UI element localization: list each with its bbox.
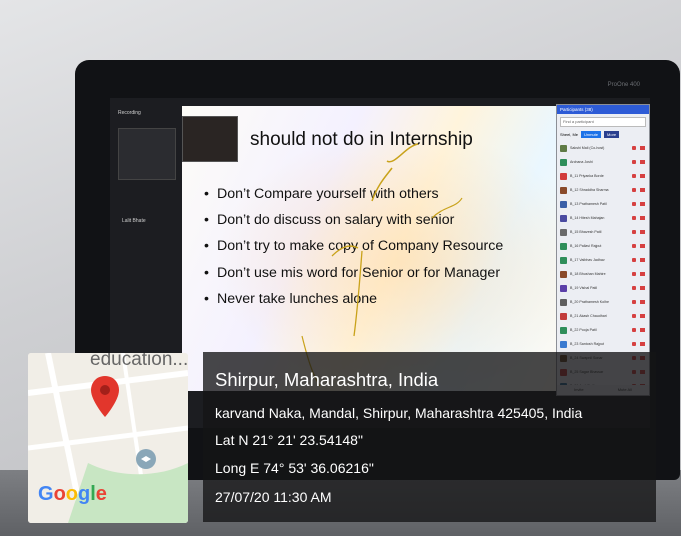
participant-avatar: [560, 284, 567, 292]
participant-avatar: [560, 298, 567, 306]
location-city: Shirpur, Maharashtra, India: [215, 369, 439, 390]
video-off-icon: [640, 272, 645, 276]
participant-row[interactable]: Sakshi Mali (Co-host): [557, 141, 649, 155]
participant-avatar: [560, 312, 567, 320]
mic-muted-icon: [632, 258, 636, 262]
video-off-icon: [640, 216, 645, 220]
host-label: Sheel, Me: [560, 132, 579, 137]
participant-row[interactable]: B_15 Bhavesh Patil: [557, 225, 649, 239]
google-logo: Google: [38, 483, 107, 505]
participant-row[interactable]: B_12 Shraddha Sharma: [557, 183, 649, 197]
participant-name: B_17 Vaibhav Jadhav: [570, 258, 605, 262]
video-off-icon: [640, 188, 645, 192]
participant-search-input[interactable]: Find a participant: [560, 117, 646, 127]
monitor-brand: ProOne 400: [607, 82, 640, 88]
participant-row[interactable]: Archana Joshi: [557, 155, 649, 169]
participant-name: B_21 Akash Chaudhari: [570, 314, 607, 318]
participant-name: B_16 Pallavi Rajput: [570, 244, 602, 248]
participant-name: Sakshi Mali (Co-host): [570, 146, 605, 150]
participant-avatar: [560, 326, 567, 334]
participant-avatar: [560, 270, 567, 278]
map-thumbnail[interactable]: education... Google: [28, 353, 188, 523]
video-off-icon: [640, 202, 645, 206]
video-off-icon: [640, 342, 645, 346]
mic-muted-icon: [632, 286, 636, 290]
mic-muted-icon: [632, 300, 636, 304]
annotation-scribbles: [301, 143, 463, 387]
participant-row[interactable]: B_16 Pallavi Rajput: [557, 239, 649, 253]
participant-name: B_22 Pooja Patil: [570, 328, 597, 332]
map-place-label: education...: [90, 353, 188, 370]
location-latitude: Lat N 21° 21' 23.54148": [215, 432, 363, 448]
geotag-overlay: Shirpur, Maharashtra, India karvand Naka…: [203, 352, 656, 522]
participant-avatar: [560, 158, 567, 166]
participant-name: B_14 Hitesh Mahajan: [570, 216, 605, 220]
participant-avatar: [560, 256, 567, 264]
mic-muted-icon: [632, 160, 636, 164]
participant-name: B_20 Prathamesh Kolhe: [570, 300, 609, 304]
participant-avatar: [560, 144, 567, 152]
participant-avatar: [560, 242, 567, 250]
location-address: karvand Naka, Mandal, Shirpur, Maharasht…: [215, 405, 583, 421]
participant-row[interactable]: B_13 Prathamesh Patil: [557, 197, 649, 211]
participant-row[interactable]: B_20 Prathamesh Kolhe: [557, 295, 649, 309]
participant-row[interactable]: B_23 Santosh Rajput: [557, 337, 649, 351]
participant-video-name: Lalit Bhate: [122, 218, 146, 224]
mic-muted-icon: [632, 146, 636, 150]
participant-avatar: [560, 200, 567, 208]
participant-avatar: [560, 172, 567, 180]
participants-header: Participants (38): [557, 105, 649, 114]
participant-row[interactable]: B_14 Hitesh Mahajan: [557, 211, 649, 225]
participant-avatar: [560, 186, 567, 194]
video-off-icon: [640, 314, 645, 318]
video-off-icon: [640, 258, 645, 262]
unmute-button[interactable]: Unmute: [581, 131, 602, 138]
participant-name: B_11 Priyanka Borde: [570, 174, 604, 178]
participant-name: B_13 Prathamesh Patil: [570, 202, 607, 206]
participant-name: B_23 Santosh Rajput: [570, 342, 604, 346]
location-pin-icon: [91, 376, 119, 417]
mic-muted-icon: [632, 216, 636, 220]
mic-muted-icon: [632, 174, 636, 178]
mic-muted-icon: [632, 342, 636, 346]
participant-video-tile[interactable]: [118, 128, 176, 180]
participant-avatar: [560, 340, 567, 348]
participant-name: Archana Joshi: [570, 160, 593, 164]
participant-name: B_18 Bhushan Mahire: [570, 272, 606, 276]
shared-slide: should not do in Internship Don’t Compar…: [182, 106, 564, 391]
mic-muted-icon: [632, 202, 636, 206]
mic-muted-icon: [632, 244, 636, 248]
video-off-icon: [640, 230, 645, 234]
participant-avatar: [560, 214, 567, 222]
video-off-icon: [640, 328, 645, 332]
participant-name: B_15 Bhavesh Patil: [570, 230, 602, 234]
mic-muted-icon: [632, 230, 636, 234]
video-off-icon: [640, 244, 645, 248]
mic-muted-icon: [632, 314, 636, 318]
participant-name: B_12 Shraddha Sharma: [570, 188, 609, 192]
participant-row[interactable]: B_22 Pooja Patil: [557, 323, 649, 337]
location-datetime: 27/07/20 11:30 AM: [215, 489, 332, 505]
video-off-icon: [640, 160, 645, 164]
participant-row[interactable]: B_18 Bhushan Mahire: [557, 267, 649, 281]
location-longitude: Long E 74° 53' 36.06216": [215, 460, 374, 476]
participant-row[interactable]: B_11 Priyanka Borde: [557, 169, 649, 183]
video-off-icon: [640, 174, 645, 178]
mic-muted-icon: [632, 328, 636, 332]
video-off-icon: [640, 300, 645, 304]
host-row: Sheel, Me Unmute More: [560, 130, 646, 139]
recording-label: Recording: [118, 110, 141, 116]
participant-row[interactable]: B_19 Vishal Patil: [557, 281, 649, 295]
mic-muted-icon: [632, 272, 636, 276]
video-off-icon: [640, 146, 645, 150]
more-button[interactable]: More: [604, 131, 620, 138]
video-off-icon: [640, 286, 645, 290]
participant-name: B_19 Vishal Patil: [570, 286, 598, 290]
participant-row[interactable]: B_17 Vaibhav Jadhav: [557, 253, 649, 267]
mic-muted-icon: [632, 188, 636, 192]
participant-avatar: [560, 228, 567, 236]
participant-row[interactable]: B_21 Akash Chaudhari: [557, 309, 649, 323]
